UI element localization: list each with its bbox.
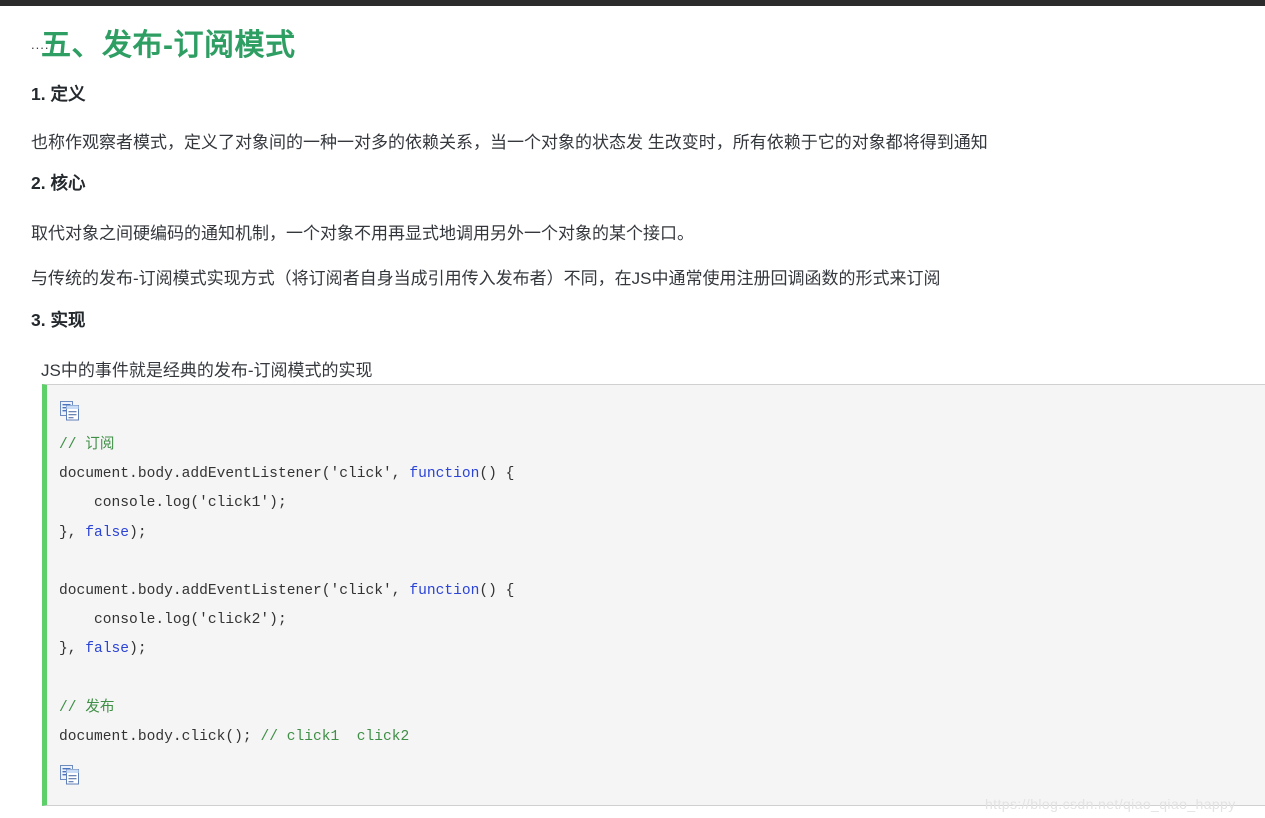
code-token-keyword: function <box>409 466 480 483</box>
code-token-keyword: false <box>85 524 130 541</box>
section-heading-implementation: 3. 实现 <box>31 309 86 330</box>
code-token-plain: document.body.click(); <box>59 729 261 746</box>
section-paragraph-definition: 也称作观察者模式，定义了对象间的一种一对多的依赖关系，当一个对象的状态发 生改变… <box>31 133 988 152</box>
code-token-comment: // click1 click2 <box>260 729 410 746</box>
code-token-plain: }, <box>59 524 86 541</box>
section-heading-core: 2. 核心 <box>31 172 86 193</box>
code-token-plain: () { <box>479 583 515 600</box>
code-token-plain: ); <box>129 641 147 658</box>
code-block-inner: // 订阅 document.body.addEventListener('cl… <box>47 385 1265 805</box>
page-title: 五、发布-订阅模式 <box>41 29 296 63</box>
code-token-comment: // 发布 <box>59 699 115 716</box>
code-token-plain: console.log('click1'); <box>59 495 287 512</box>
section-heading-definition: 1. 定义 <box>31 83 86 104</box>
section-paragraph-core-1: 取代对象之间硬编码的通知机制，一个对象不用再显式地调用另外一个对象的某个接口。 <box>31 224 694 243</box>
code-content[interactable]: // 订阅 document.body.addEventListener('cl… <box>59 431 514 752</box>
watermark: https://blog.csdn.net/qiao_qiao_happy <box>985 796 1236 812</box>
article-page: 五、发布-订阅模式 .... 1. 定义 也称作观察者模式，定义了对象间的一种一… <box>0 6 1265 818</box>
title-ellipsis-marker: .... <box>31 37 50 52</box>
code-token-plain: document.body.addEventListener('click', <box>59 466 410 483</box>
code-token-plain: document.body.addEventListener('click', <box>59 583 410 600</box>
code-token-plain: () { <box>479 466 515 483</box>
code-token-keyword: function <box>409 583 480 600</box>
code-token-comment: // 订阅 <box>59 437 115 453</box>
section-paragraph-implementation: JS中的事件就是经典的发布-订阅模式的实现 <box>41 361 373 380</box>
code-token-plain: console.log('click2'); <box>59 612 287 629</box>
section-paragraph-core-2: 与传统的发布-订阅模式实现方式（将订阅者自身当成引用传入发布者）不同，在JS中通… <box>31 269 941 288</box>
copy-icon[interactable] <box>59 765 81 785</box>
code-token-plain: }, <box>59 641 86 658</box>
copy-icon[interactable] <box>59 401 81 421</box>
code-block: // 订阅 document.body.addEventListener('cl… <box>42 384 1265 806</box>
code-token-plain: ); <box>129 524 147 541</box>
code-token-keyword: false <box>85 641 130 658</box>
